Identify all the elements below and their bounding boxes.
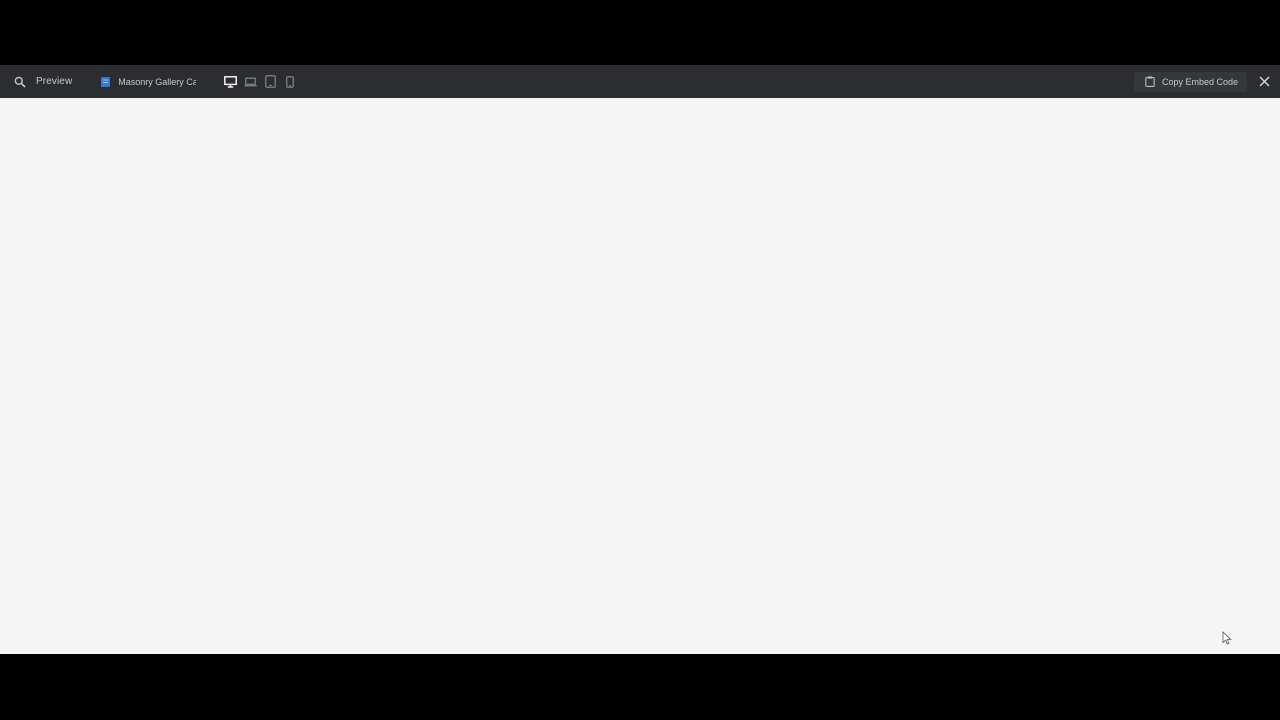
top-letterbox <box>0 0 1280 65</box>
project-name: Masonry Gallery Ca <box>118 76 197 87</box>
device-tablet-button[interactable] <box>260 72 280 92</box>
monitor-icon <box>223 75 237 88</box>
device-desktop-button[interactable] <box>220 72 240 92</box>
preview-canvas[interactable] <box>0 98 1280 654</box>
device-laptop-button[interactable] <box>240 72 260 92</box>
toolbar-left: Preview Masonry Gallery Ca <box>0 65 300 98</box>
laptop-icon <box>244 77 257 87</box>
preview-label: Preview <box>36 76 73 87</box>
copy-embed-code-button[interactable]: Copy Embed Code <box>1133 71 1247 92</box>
tablet-icon <box>265 75 276 88</box>
search-icon[interactable] <box>14 76 26 88</box>
close-preview-button[interactable] <box>1255 73 1273 91</box>
phone-icon <box>286 75 295 88</box>
project-selector[interactable]: Masonry Gallery Ca <box>101 76 197 87</box>
bottom-letterbox <box>0 654 1280 720</box>
device-mobile-button[interactable] <box>280 72 300 92</box>
copy-embed-code-label: Copy Embed Code <box>1161 76 1238 87</box>
document-icon <box>101 76 111 87</box>
device-switcher <box>220 72 300 92</box>
preview-toolbar: Preview Masonry Gallery Ca Copy Embed Co… <box>0 65 1280 98</box>
mouse-cursor-icon <box>1222 631 1232 645</box>
clipboard-icon <box>1145 76 1155 87</box>
close-icon <box>1259 76 1270 87</box>
